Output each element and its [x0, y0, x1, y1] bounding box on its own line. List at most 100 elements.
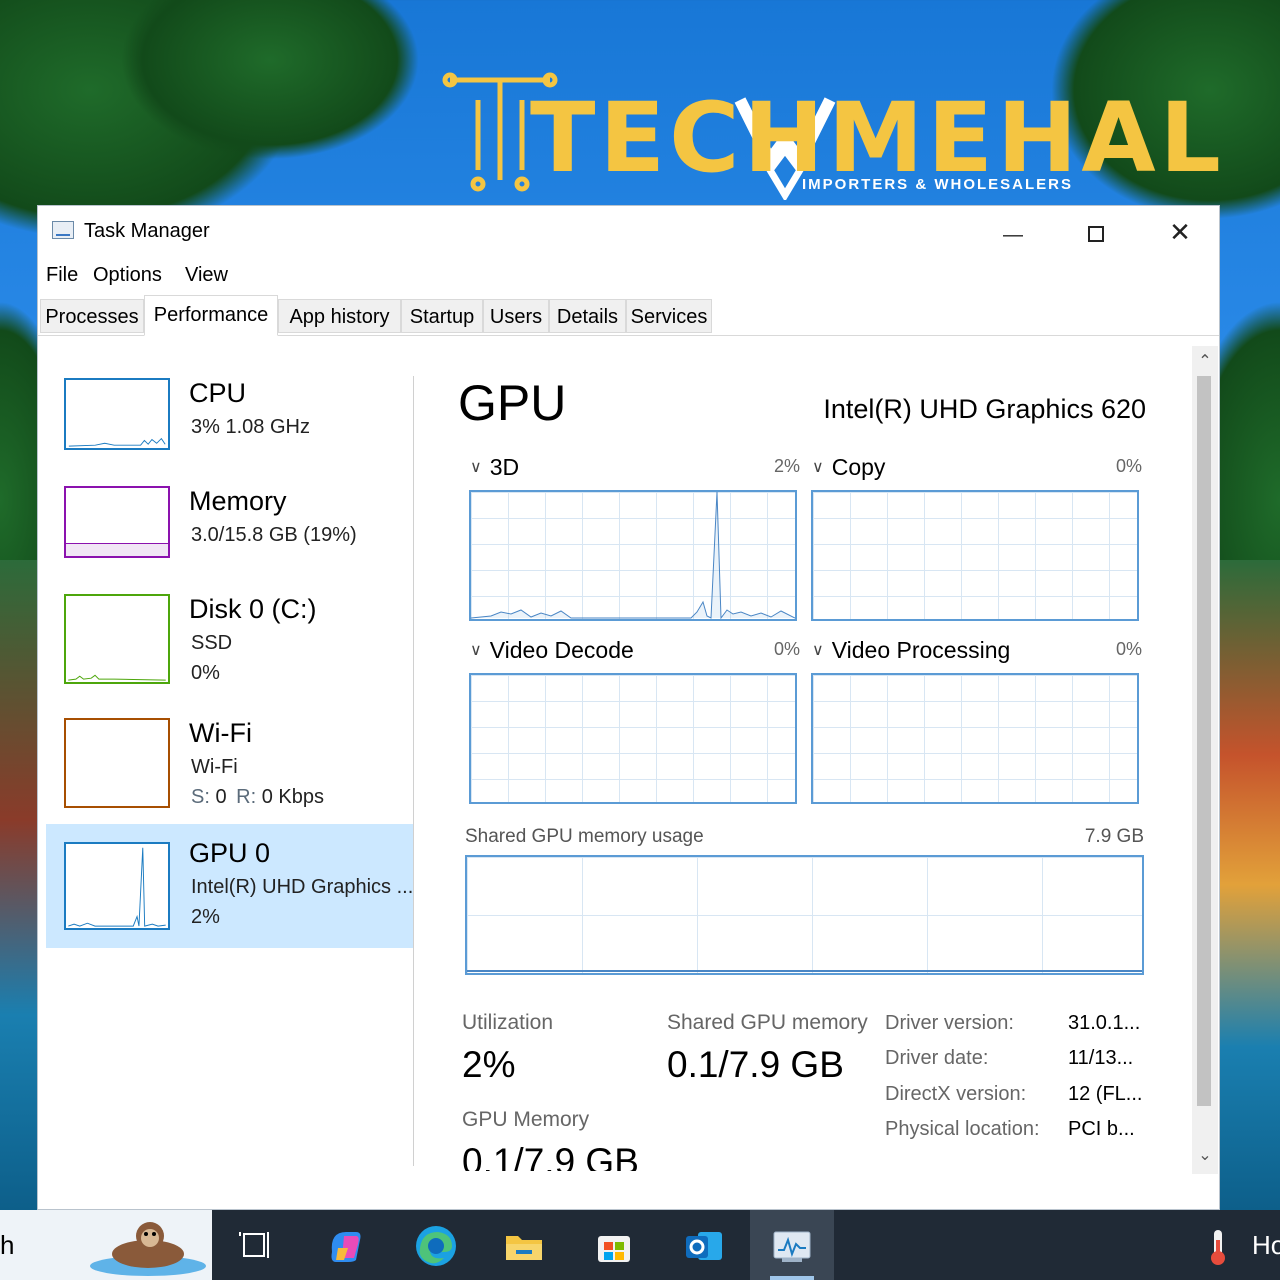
engine-video-decode-percent: 0% [773, 639, 800, 659]
menu-view[interactable]: View [185, 264, 228, 287]
techmehal-logo: TECHMEHAL IMPORTERS & WHOLESALERS [440, 60, 1221, 200]
driver-date-label: Driver date: [885, 1047, 989, 1069]
engine-name: Copy [831, 454, 886, 480]
sidebar-item-detail: 3% 1.08 GHz [191, 416, 310, 438]
engine-video-decode-graph [469, 673, 797, 804]
edge-icon[interactable] [412, 1222, 460, 1270]
otter-widget-icon [90, 1222, 206, 1276]
shared-memory-max: 7.9 GB [1084, 826, 1144, 847]
task-manager-icon[interactable] [768, 1222, 816, 1270]
gpu-model-name: Intel(R) UHD Graphics 620 [823, 394, 1146, 424]
task-view-icon[interactable] [232, 1222, 280, 1270]
tab-services[interactable]: Services [626, 299, 712, 333]
thermometer-weather-icon[interactable] [1196, 1222, 1240, 1270]
directx-version-value: 12 (FL... [1068, 1083, 1143, 1105]
receive-label: R: [236, 786, 257, 808]
widgets-text: h [0, 1230, 15, 1260]
disk-thumbnail-graph [64, 594, 170, 684]
engine-video-processing-selector[interactable]: ∨ Video Processing [812, 637, 1010, 664]
chevron-down-icon: ∨ [470, 642, 482, 659]
sidebar-item-title: Wi-Fi [189, 718, 252, 748]
window-title: Task Manager [84, 220, 210, 242]
sidebar-item-wifi[interactable]: Wi-Fi Wi-Fi S: 0 R: 0 Kbps [46, 704, 414, 814]
send-label: S: [191, 786, 210, 808]
engine-copy-percent: 0% [1115, 456, 1142, 476]
tab-startup[interactable]: Startup [401, 299, 483, 333]
outlook-icon[interactable] [680, 1222, 728, 1270]
utilization-value: 2% [462, 1044, 516, 1085]
minimize-icon: — [1003, 224, 1023, 246]
menu-options[interactable]: Options [93, 264, 162, 287]
chevron-down-icon: ∨ [470, 459, 482, 476]
memory-fill [66, 543, 168, 556]
sidebar-item-title: GPU 0 [189, 838, 271, 868]
driver-version-value: 31.0.1... [1068, 1012, 1141, 1034]
resort-right [1220, 560, 1280, 1210]
directx-version-label: DirectX version: [885, 1083, 1027, 1105]
sidebar-item-detail: Intel(R) UHD Graphics ... [191, 876, 414, 898]
engine-3d-percent: 2% [773, 456, 800, 476]
menu-file[interactable]: File [46, 264, 78, 287]
tab-processes[interactable]: Processes [40, 299, 144, 333]
resort-left [0, 560, 40, 1210]
sidebar-item-disk[interactable]: Disk 0 (C:) SSD 0% [46, 580, 414, 690]
sidebar-item-gpu[interactable]: GPU 0 Intel(R) UHD Graphics ... 2% [46, 824, 414, 948]
page-title: GPU [458, 375, 567, 431]
logo-text: TECHMEHAL [530, 82, 1225, 194]
close-button[interactable]: ✕ [1150, 212, 1210, 252]
store-icon[interactable] [590, 1222, 638, 1270]
scroll-thumb[interactable] [1197, 376, 1211, 1106]
task-manager-icon [52, 221, 74, 239]
tab-app-history[interactable]: App history [278, 299, 401, 333]
scroll-up-icon[interactable]: ⌃ [1196, 352, 1214, 372]
engine-video-decode-selector[interactable]: ∨ Video Decode [470, 637, 634, 664]
sidebar-item-title: Disk 0 (C:) [189, 594, 317, 624]
utilization-label: Utilization [462, 1011, 554, 1034]
chevron-down-icon: ∨ [812, 642, 824, 659]
engine-name: 3D [489, 454, 520, 480]
taskbar: h Ho [0, 1210, 1280, 1280]
tab-users[interactable]: Users [483, 299, 549, 333]
cpu-thumbnail-graph [64, 378, 170, 450]
tab-details[interactable]: Details [549, 299, 626, 333]
tab-performance[interactable]: Performance [144, 295, 278, 336]
shared-memory-graph [465, 855, 1144, 975]
sidebar-item-usage: 0% [191, 662, 220, 684]
task-manager-window: Task Manager — ✕ File Options View Proce… [37, 205, 1220, 1210]
sidebar-item-memory[interactable]: Memory 3.0/15.8 GB (19%) [46, 472, 414, 572]
widgets-area[interactable]: h [0, 1210, 212, 1280]
taskbar-active-indicator [770, 1276, 814, 1280]
close-icon: ✕ [1169, 217, 1191, 247]
receive-value: 0 Kbps [261, 786, 324, 808]
sidebar-item-detail: SSD [191, 632, 233, 654]
engine-3d-selector[interactable]: ∨ 3D [470, 454, 519, 481]
weather-text: Ho [1252, 1230, 1280, 1260]
gpu-memory-label: GPU Memory [462, 1108, 590, 1131]
physical-location-value: PCI b... [1068, 1118, 1135, 1140]
engine-copy-graph [811, 490, 1139, 621]
shared-memory-usage-label: Shared GPU memory usage [465, 826, 704, 847]
physical-location-label: Physical location: [885, 1118, 1040, 1140]
engine-video-processing-percent: 0% [1115, 639, 1142, 659]
engine-video-processing-graph [811, 673, 1139, 804]
resource-list: CPU 3% 1.08 GHz Memory 3.0/15.8 GB (19%)… [38, 346, 414, 1176]
title-bar[interactable]: Task Manager — ✕ [38, 206, 1219, 256]
shared-memory-line [467, 970, 1142, 972]
sidebar-item-title: Memory [189, 486, 287, 516]
file-explorer-icon[interactable] [500, 1222, 548, 1270]
sidebar-item-usage: 2% [191, 906, 220, 928]
vertical-scrollbar[interactable]: ⌃ ⌄ [1192, 346, 1218, 1174]
logo-subtitle: IMPORTERS & WHOLESALERS [802, 176, 1074, 193]
maximize-button[interactable] [1066, 212, 1126, 252]
copilot-icon[interactable] [322, 1222, 370, 1270]
minimize-button[interactable]: — [983, 212, 1043, 252]
shared-memory-label: Shared GPU memory [667, 1011, 868, 1034]
panel-divider[interactable] [413, 376, 414, 1166]
content-clip [458, 1171, 1178, 1209]
engine-copy-selector[interactable]: ∨ Copy [812, 454, 885, 481]
wifi-thumbnail-graph [64, 718, 170, 808]
scroll-down-icon[interactable]: ⌄ [1196, 1146, 1214, 1166]
engine-3d-line [471, 492, 795, 619]
sidebar-item-throughput: S: 0 R: 0 Kbps [191, 786, 324, 809]
sidebar-item-cpu[interactable]: CPU 3% 1.08 GHz [46, 364, 414, 464]
